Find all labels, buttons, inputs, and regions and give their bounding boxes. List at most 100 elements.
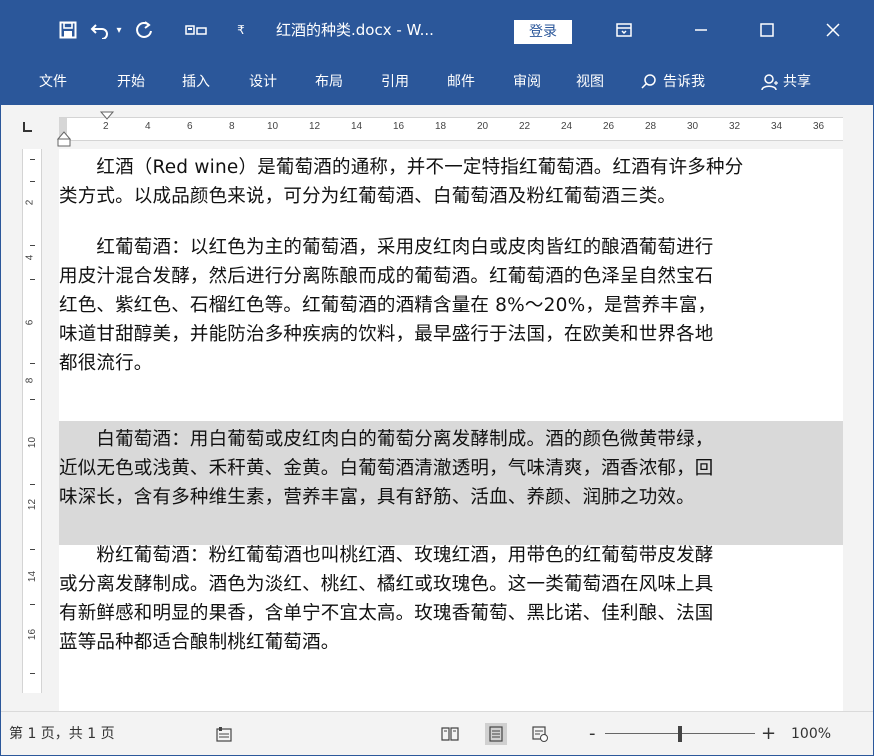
ruler-mark — [30, 484, 35, 485]
undo-dropdown-icon[interactable]: ▾ — [113, 1, 125, 59]
zoom-out-button[interactable]: - — [589, 712, 596, 755]
touch-mode-icon[interactable] — [181, 1, 211, 59]
ruler-tick: 20 — [477, 121, 489, 132]
ruler-tick: 6 — [187, 121, 193, 132]
text-line: 红色、紫红色、石榴红色等。红葡萄酒的酒精含量在 8%～20%，是营养丰富， — [59, 295, 717, 316]
redo-icon[interactable] — [131, 1, 157, 59]
ruler-mark — [30, 604, 35, 605]
tab-home[interactable]: 开始 — [117, 59, 145, 105]
ruler-tick: 26 — [603, 121, 615, 132]
ruler-tick: 32 — [729, 121, 741, 132]
tab-file[interactable]: 文件 — [39, 59, 67, 105]
ruler-tick: 2 — [24, 199, 36, 206]
ribbon-tabs: 文件 开始 插入 设计 布局 引用 邮件 审阅 视图 告诉我 共享 — [1, 59, 873, 105]
share-person-icon — [761, 74, 778, 91]
horizontal-ruler[interactable]: 2 4 6 8 10 12 14 16 18 20 22 24 26 28 30… — [56, 111, 843, 147]
ruler-tick: 36 — [813, 121, 825, 132]
ruler-tick: 16 — [27, 628, 39, 641]
text-line: 粉红葡萄酒：粉红葡萄酒也叫桃红酒、玫瑰红酒，用带色的红葡萄带皮发酵 — [59, 545, 714, 566]
vertical-ruler[interactable]: 2 4 6 8 10 12 14 16 — [22, 149, 42, 693]
tab-references[interactable]: 引用 — [381, 59, 409, 105]
ruler-tick: 2 — [103, 121, 109, 132]
ruler-mark — [30, 279, 35, 280]
zoom-level[interactable]: 100% — [791, 712, 831, 755]
login-button[interactable]: 登录 — [514, 20, 572, 44]
share-label: 共享 — [783, 74, 811, 90]
tell-me-search[interactable]: 告诉我 — [641, 59, 705, 105]
ruler-tick: 14 — [27, 570, 39, 583]
proofing-icon[interactable] — [213, 723, 235, 745]
ruler-tick: 22 — [519, 121, 531, 132]
share-button[interactable]: 共享 — [761, 59, 811, 105]
close-icon[interactable] — [813, 1, 853, 59]
read-mode-icon[interactable] — [439, 723, 461, 745]
ruler-mark — [30, 363, 35, 364]
ruler-tick: 10 — [27, 436, 39, 449]
tab-review[interactable]: 审阅 — [513, 59, 541, 105]
word-window: ▾ ₹ 红酒的种类.docx - W... 登录 文件 开始 插入 设计 布局 … — [0, 0, 874, 756]
ruler-tick: 28 — [645, 121, 657, 132]
paragraph-rose-wine[interactable]: 粉红葡萄酒：粉红葡萄酒也叫桃红酒、玫瑰红酒，用带色的红葡萄带皮发酵 或分离发酵制… — [59, 541, 843, 657]
print-layout-icon[interactable] — [485, 723, 507, 745]
text-line: 或分离发酵制成。酒色为淡红、桃红、橘红或玫瑰色。这一类葡萄酒在风味上具 — [59, 574, 714, 595]
ruler-tick: 14 — [351, 121, 363, 132]
undo-icon[interactable] — [87, 1, 113, 59]
maximize-icon[interactable] — [747, 1, 787, 59]
tab-view[interactable]: 视图 — [576, 59, 604, 105]
ruler-tick: 8 — [229, 121, 235, 132]
ruler-tick: 24 — [561, 121, 573, 132]
ruler-mark — [30, 159, 35, 160]
ruler-tick: 18 — [435, 121, 447, 132]
tab-insert[interactable]: 插入 — [182, 59, 210, 105]
ruler-tick: 8 — [24, 377, 36, 384]
ruler-tick: 4 — [24, 254, 36, 261]
web-layout-icon[interactable] — [529, 723, 551, 745]
title-bar: ▾ ₹ 红酒的种类.docx - W... 登录 — [1, 1, 873, 59]
search-icon — [641, 74, 656, 89]
text-line: 用皮汁混合发酵，然后进行分离陈酿而成的葡萄酒。红葡萄酒的色泽呈自然宝石 — [59, 266, 714, 287]
zoom-in-button[interactable]: + — [761, 712, 776, 755]
tab-selector-icon[interactable] — [19, 119, 35, 135]
ruler-mark — [30, 673, 35, 674]
minimize-icon[interactable] — [681, 1, 721, 59]
document-page[interactable]: 红酒（Red wine）是葡萄酒的通称，并不一定特指红葡萄酒。红酒有许多种分 类… — [59, 149, 843, 689]
ruler-tick: 12 — [27, 498, 39, 511]
status-bar: 第 1 页，共 1 页 - + 100% — [1, 711, 873, 755]
ruler-tick: 16 — [393, 121, 405, 132]
paragraph-intro[interactable]: 红酒（Red wine）是葡萄酒的通称，并不一定特指红葡萄酒。红酒有许多种分 类… — [59, 153, 843, 211]
ribbon-display-icon[interactable] — [609, 1, 639, 59]
vertical-scrollbar[interactable] — [843, 105, 873, 711]
ruler-tick: 12 — [309, 121, 321, 132]
tell-me-label: 告诉我 — [663, 74, 705, 90]
tab-design[interactable]: 设计 — [249, 59, 277, 105]
text-line: 蓝等品种都适合酿制桃红葡萄酒。 — [59, 632, 340, 653]
ruler-mark — [30, 399, 35, 400]
ruler-tick: 30 — [687, 121, 699, 132]
paragraph-red-wine[interactable]: 红葡萄酒：以红色为主的葡萄酒，采用皮红肉白或皮肉皆红的酿酒葡萄进行 用皮汁混合发… — [59, 233, 843, 378]
page-count[interactable]: 第 1 页，共 1 页 — [9, 712, 115, 755]
ruler-tick: 10 — [267, 121, 279, 132]
ruler-tick: 4 — [145, 121, 151, 132]
text-line: 味道甘甜醇美，并能防治多种疾病的饮料，最早盛行于法国，在欧美和世界各地 — [59, 324, 714, 345]
save-icon[interactable] — [55, 1, 81, 59]
ruler-mark — [30, 549, 35, 550]
text-line: 有新鲜感和明显的果香，含单宁不宜太高。玫瑰香葡萄、黑比诺、佳利酿、法国 — [59, 603, 714, 624]
text-line: 白葡萄酒：用白葡萄或皮红肉白的葡萄分离发酵制成。酒的颜色微黄带绿， — [59, 429, 714, 450]
text-line: 红葡萄酒：以红色为主的葡萄酒，采用皮红肉白或皮肉皆红的酿酒葡萄进行 — [59, 237, 714, 258]
text-line: 红酒（Red wine）是葡萄酒的通称，并不一定特指红葡萄酒。红酒有许多种分 — [59, 157, 744, 178]
paragraph-white-wine[interactable]: 白葡萄酒：用白葡萄或皮红肉白的葡萄分离发酵制成。酒的颜色微黄带绿， 近似无色或浅… — [59, 425, 843, 512]
tab-layout[interactable]: 布局 — [315, 59, 343, 105]
tab-mailings[interactable]: 邮件 — [447, 59, 475, 105]
text-line: 味深长，含有多种维生素，营养丰富，具有舒筋、活血、养颜、润肺之功效。 — [59, 487, 695, 508]
zoom-slider-thumb[interactable] — [678, 726, 682, 742]
ruler-tick: 34 — [771, 121, 783, 132]
customize-qat-icon[interactable]: ₹ — [233, 1, 249, 59]
text-line: 近似无色或浅黄、禾秆黄、金黄。白葡萄酒清澈透明，气味清爽，酒香浓郁，回 — [59, 458, 714, 479]
text-line: 都很流行。 — [59, 353, 153, 374]
text-line: 类方式。以成品颜色来说，可分为红葡萄酒、白葡萄酒及粉红葡萄酒三类。 — [59, 186, 677, 207]
ruler-mark — [30, 181, 35, 182]
ruler-area: 2 4 6 8 10 12 14 16 18 20 22 24 26 28 30… — [1, 105, 873, 149]
ruler-mark — [30, 245, 35, 246]
ruler-tick: 6 — [24, 319, 36, 326]
document-title: 红酒的种类.docx - W... — [276, 21, 434, 39]
